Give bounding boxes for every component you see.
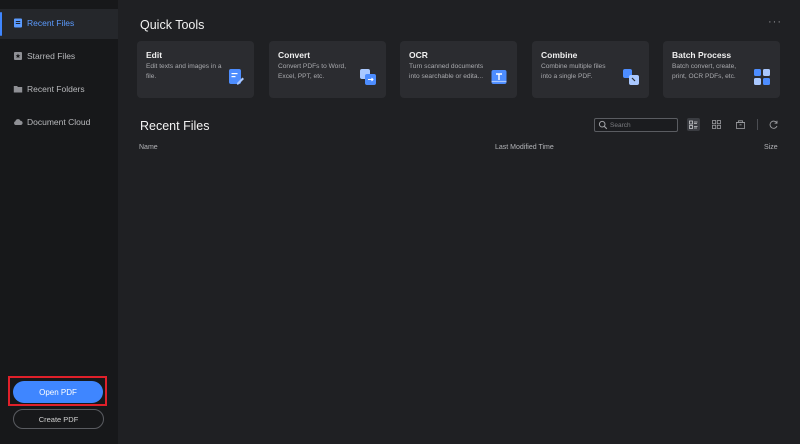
sidebar-item-label: Starred Files — [27, 51, 76, 61]
main-panel: Quick Tools ··· Edit Edit texts and imag… — [118, 0, 800, 444]
quick-tools-title: Quick Tools — [140, 18, 205, 32]
refresh-icon — [769, 120, 778, 129]
recent-files-icon — [14, 18, 22, 28]
sidebar-item-recent-folders[interactable]: Recent Folders — [0, 75, 118, 105]
grid-view-icon — [712, 120, 721, 129]
batch-icon — [754, 69, 770, 85]
toolbar-divider — [757, 119, 758, 130]
sidebar-item-label: Document Cloud — [27, 117, 91, 127]
folder-icon — [13, 86, 23, 93]
search-box[interactable] — [594, 118, 678, 132]
star-icon — [14, 52, 22, 60]
tool-card-description: Batch convert, create, print, OCR PDFs, … — [672, 63, 737, 80]
sidebar-item-recent-files[interactable]: Recent Files — [0, 9, 118, 39]
tool-card-description: Combine multiple files into a single PDF… — [541, 63, 606, 80]
tool-card-description: Turn scanned documents into searchable o… — [409, 63, 484, 80]
tool-card-combine[interactable]: Combine Combine multiple files into a si… — [532, 41, 649, 98]
tool-card-description: Convert PDFs to Word, Excel, PPT, etc. — [278, 63, 347, 80]
list-view-button[interactable] — [687, 118, 700, 131]
tool-card-batch-process[interactable]: Batch Process Batch convert, create, pri… — [663, 41, 780, 98]
refresh-button[interactable] — [767, 118, 780, 131]
open-pdf-button[interactable]: Open PDF — [13, 381, 103, 403]
grid-view-button[interactable] — [710, 118, 723, 131]
active-indicator — [0, 12, 2, 36]
tool-card-ocr[interactable]: OCR Turn scanned documents into searchab… — [400, 41, 517, 98]
tool-card-title: OCR — [409, 50, 428, 60]
tool-card-title: Convert — [278, 50, 311, 60]
clear-list-button[interactable] — [734, 118, 747, 131]
list-view-icon — [689, 120, 698, 129]
recent-files-title: Recent Files — [140, 119, 210, 133]
tool-card-title: Edit — [146, 50, 163, 60]
cloud-icon — [14, 119, 23, 125]
edit-icon — [229, 69, 244, 85]
sidebar-item-label: Recent Folders — [27, 84, 85, 94]
sidebar: Recent Files Starred Files Recent Folder… — [0, 0, 118, 444]
column-header-size[interactable]: Size — [764, 144, 778, 151]
combine-icon — [623, 69, 639, 85]
column-header-modified[interactable]: Last Modified Time — [495, 144, 554, 151]
tool-card-edit[interactable]: Edit Edit texts and images in a file. — [137, 41, 254, 98]
tool-card-convert[interactable]: Convert Convert PDFs to Word, Excel, PPT… — [269, 41, 386, 98]
tool-card-title: Combine — [541, 50, 578, 60]
column-header-name[interactable]: Name — [139, 144, 158, 151]
sidebar-item-label: Recent Files — [27, 18, 75, 28]
sidebar-item-document-cloud[interactable]: Document Cloud — [0, 108, 118, 138]
search-input[interactable] — [610, 119, 674, 131]
tool-card-description: Edit texts and images in a file. — [146, 63, 222, 80]
convert-icon — [360, 69, 376, 85]
ocr-icon — [491, 70, 507, 84]
create-pdf-button[interactable]: Create PDF — [13, 409, 104, 429]
clear-list-icon — [736, 120, 745, 129]
more-options-button[interactable]: ··· — [768, 16, 782, 28]
search-icon — [598, 120, 608, 130]
sidebar-item-starred-files[interactable]: Starred Files — [0, 42, 118, 72]
tool-card-title: Batch Process — [672, 50, 732, 60]
